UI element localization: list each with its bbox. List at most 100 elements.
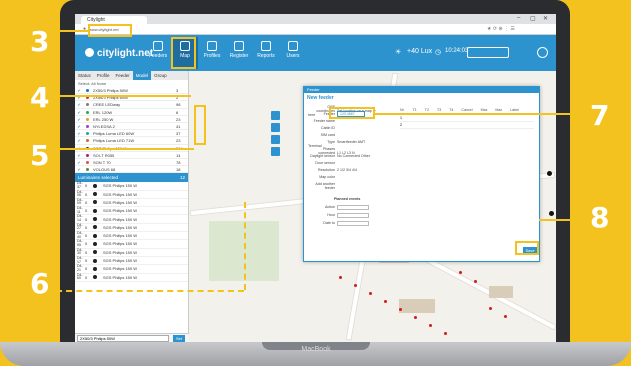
tab-model[interactable]: Model [132, 71, 152, 80]
luminaire-marker[interactable] [399, 308, 402, 311]
nav-users[interactable]: Users [280, 37, 306, 69]
modal-field[interactable]: Resolution 2 1/2 3/4 4/4 [308, 168, 378, 172]
checkbox-icon[interactable]: ✔ [75, 101, 83, 107]
luminaire-row[interactable]: D4-21 0 SGS Philips 150 W [75, 264, 188, 274]
luminaire-row[interactable]: D4-30 0 SGS Philips 150 W [75, 248, 188, 257]
register-icon [234, 41, 244, 51]
checkbox-icon[interactable]: ✔ [75, 152, 83, 158]
luminaire-row[interactable]: D4-37 0 SGS Philips 150 W [75, 181, 188, 191]
nav-reports[interactable]: Reports [253, 37, 279, 69]
model-row[interactable]: ✔ SOI-T R055 14 [75, 152, 188, 159]
luminaire-marker[interactable] [384, 300, 387, 303]
model-row[interactable]: ✔ Philips Luma LED 60W 37 [75, 130, 188, 138]
luminaire-qty: 0 [85, 266, 88, 272]
luminaire-marker[interactable] [444, 332, 447, 335]
luminaire-id: D4-60 [77, 272, 83, 281]
sidebar-footer: 2X50/3 Philips 50W Set [75, 333, 189, 342]
field-value[interactable]: 2 1/2 3/4 4/4 [337, 168, 357, 172]
model-row[interactable]: ✔ SON T 70 78 [75, 159, 188, 167]
callout-3: 3 [30, 25, 50, 58]
modal-field[interactable]: Cabin ID [308, 126, 378, 130]
model-row[interactable]: ✔ 2X50/3 Philips 50W 3 [75, 87, 188, 95]
modal-field[interactable]: Add another feeder [308, 182, 378, 190]
luminaire-marker[interactable] [339, 276, 342, 279]
modal-field[interactable]: SIM card [308, 133, 378, 137]
close-icon[interactable]: ✕ [543, 15, 548, 22]
model-select[interactable]: 2X50/3 Philips 50W [77, 335, 169, 342]
checkbox-icon[interactable]: ✔ [75, 130, 83, 136]
nav-feeders[interactable]: Feeders [145, 37, 171, 69]
model-row[interactable]: ✔ ERL 250 W 23 [75, 116, 188, 123]
tab-feeder[interactable]: Feeder [113, 71, 133, 80]
phase-row[interactable]: 1 [400, 116, 534, 122]
phase-row[interactable]: 2 [400, 123, 534, 129]
selected-luminaire-marker[interactable] [549, 211, 554, 216]
hour-field[interactable]: Hour [308, 213, 378, 218]
address-bar[interactable]: ● www.citylight.net ★ ⟳ ⊕ ⋮ ☰ [75, 24, 556, 35]
header-input[interactable] [467, 47, 509, 58]
model-row[interactable]: ✔ CREE LEDway 98 [75, 101, 188, 109]
luminaire-row[interactable]: D4-09 0 SGS Philips 150 W [75, 198, 188, 208]
luminaire-row[interactable]: D4-06 0 SGS Philips 150 W [75, 190, 188, 199]
luminaire-marker[interactable] [489, 307, 492, 310]
luminaire-row[interactable]: D4-17 0 SGS Philips 150 W [75, 256, 188, 266]
nav-profiles[interactable]: Profiles [199, 37, 225, 69]
checkbox-icon[interactable]: ✔ [75, 116, 83, 122]
luminaire-row[interactable]: D4-40 0 SGS Philips 150 W [75, 231, 188, 241]
zoom-tool-icon[interactable] [271, 111, 280, 120]
selected-luminaire-marker[interactable] [547, 171, 552, 176]
model-row[interactable]: ✔ Philips Luma LED 71W 23 [75, 137, 188, 145]
checkbox-icon[interactable]: ✔ [75, 109, 83, 115]
tab-profile[interactable]: Profile [94, 71, 113, 80]
tab-status[interactable]: Status [75, 71, 94, 80]
luminaire-row[interactable]: D4-55 0 SGS Philips 150 W [75, 240, 188, 249]
luminaire-row[interactable]: D4-11 0 SGS Philips 150 W [75, 206, 188, 216]
model-row[interactable]: ✔ NYLEDSA 2 41 [75, 123, 188, 131]
set-button[interactable]: Set [173, 335, 185, 342]
user-avatar-icon[interactable] [537, 47, 548, 58]
model-row[interactable]: ✔ ERL 120W 6 [75, 109, 188, 116]
luminaire-row[interactable]: D4-14 0 SGS Philips 150 W [75, 215, 188, 224]
leader-4 [56, 95, 191, 97]
field-value[interactable]: No Connected Other [337, 154, 370, 158]
model-row[interactable]: ✔ VOLGUS 68 18 [75, 166, 188, 174]
date-to-field[interactable]: Date to [308, 221, 378, 226]
modal-field[interactable]: Daylight sensor No Connected Other [308, 154, 378, 158]
tab-group[interactable]: Group [151, 71, 170, 80]
model-color-swatch [86, 103, 89, 107]
luminaire-marker[interactable] [369, 292, 372, 295]
luminaire-marker[interactable] [474, 280, 477, 283]
modal-field[interactable]: Map color [308, 175, 378, 179]
select-all-none[interactable]: Select: All None [75, 80, 188, 87]
luminaire-marker[interactable] [414, 316, 417, 319]
clock-icon: ◷ [435, 49, 442, 56]
field-label: Cabin ID [321, 126, 335, 130]
action-input[interactable] [337, 205, 369, 210]
minimize-icon[interactable]: – [517, 15, 520, 21]
checkbox-icon[interactable]: ✔ [75, 159, 83, 165]
modal-field[interactable]: Door sensor [308, 161, 378, 165]
modal-field[interactable]: Feeder name [308, 119, 378, 123]
checkbox-icon[interactable]: ✔ [75, 123, 83, 129]
luminaire-row[interactable]: D4-60 0 SGS Philips 150 W [75, 272, 188, 282]
extensions-icon[interactable]: ★ ⟳ ⊕ ⋮ ☰ [487, 26, 515, 32]
luminaire-marker[interactable] [429, 324, 432, 327]
layers-tool-icon[interactable] [271, 123, 280, 132]
callout-8: 8 [590, 201, 610, 234]
select-tool-icon[interactable] [271, 135, 280, 144]
checkbox-icon[interactable]: ✔ [75, 87, 83, 93]
luminaire-marker[interactable] [459, 271, 462, 274]
luminaire-marker[interactable] [354, 284, 357, 287]
hour-input[interactable] [337, 213, 369, 218]
luminaire-row[interactable]: D4-27 0 SGS Philips 150 W [75, 223, 188, 233]
checkbox-icon[interactable]: ✔ [75, 137, 83, 143]
maximize-icon[interactable]: ▢ [530, 15, 536, 22]
app-logo[interactable]: citylight.net [85, 48, 153, 59]
feeder-tool-icon[interactable] [271, 147, 280, 156]
nav-register[interactable]: Register [226, 37, 252, 69]
date-to-input[interactable] [337, 221, 369, 226]
action-field[interactable]: Action [308, 205, 378, 210]
checkbox-icon[interactable]: ✔ [75, 166, 83, 172]
luminaire-marker[interactable] [504, 315, 507, 318]
browser-tab[interactable]: Citylight [81, 16, 147, 24]
